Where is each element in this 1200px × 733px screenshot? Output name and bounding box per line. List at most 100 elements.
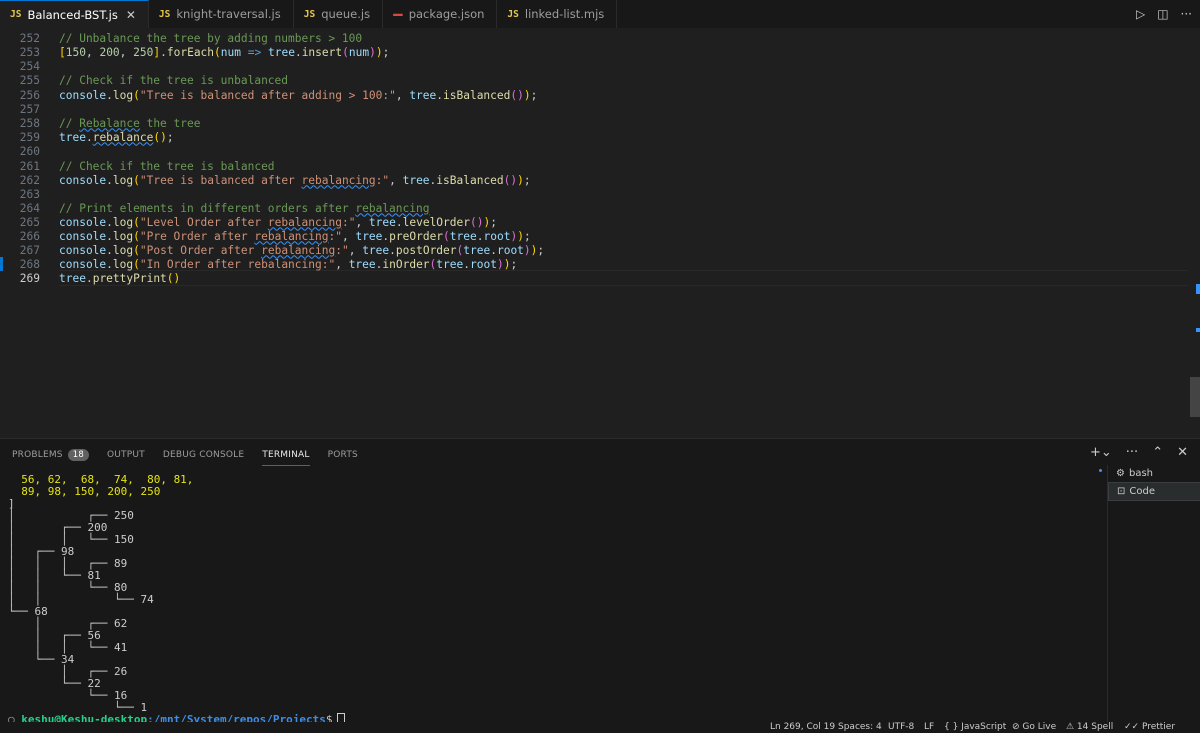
tab-label: TERMINAL — [262, 450, 310, 460]
tab-label: PORTS — [327, 450, 358, 460]
run-icon[interactable]: ▷ — [1136, 7, 1145, 21]
code-line[interactable]: 268 console.log("In Order after rebalanci… — [0, 257, 517, 271]
code-line[interactable]: 259 tree.rebalance(); — [0, 130, 174, 144]
split-editor-icon[interactable]: ◫ — [1157, 7, 1168, 21]
line-number: 252 — [19, 31, 40, 45]
scrollbar-thumb[interactable] — [1190, 377, 1200, 417]
line-code: console.log("Pre Order after rebalancing… — [59, 229, 531, 243]
line-code: tree.rebalance(); — [59, 130, 174, 144]
code-line[interactable]: 267 console.log("Post Order after rebalan… — [0, 243, 544, 257]
cursor-position[interactable]: Ln 269, Col 19 — [770, 722, 835, 732]
line-code: // Rebalance the tree — [59, 116, 201, 130]
line-number: 256 — [19, 88, 40, 102]
line-number: 265 — [19, 215, 40, 229]
line-number: 261 — [19, 159, 40, 173]
javascript-file-icon: JS — [507, 8, 519, 20]
line-code: console.log("Level Order after rebalanci… — [59, 215, 497, 229]
code-line[interactable]: 252 // Unbalance the tree by adding numbe… — [0, 31, 362, 45]
terminal-status-dot — [1099, 469, 1102, 472]
problems-count-badge: 18 — [67, 449, 89, 461]
tab-label: Balanced-BST.js — [27, 7, 118, 22]
line-code: // Check if the tree is unbalanced — [59, 73, 289, 87]
code-line[interactable]: 269 tree.prettyPrint() — [0, 271, 181, 285]
line-code: // Unbalance the tree by adding numbers … — [59, 31, 363, 45]
end-of-line[interactable]: LF — [924, 722, 934, 732]
code-line[interactable]: 258 // Rebalance the tree — [0, 116, 201, 130]
code-editor[interactable]: 252 // Unbalance the tree by adding numbe… — [0, 28, 1200, 438]
status-bar: Ln 269, Col 19 Spaces: 4 UTF-8 LF { } Ja… — [0, 722, 1200, 732]
code-line[interactable]: 266 console.log("Pre Order after rebalanc… — [0, 229, 531, 243]
tab-package-json[interactable]: ▬▬ package.json — [383, 0, 498, 28]
tab-terminal[interactable]: TERMINAL — [262, 447, 310, 466]
line-number: 257 — [19, 102, 40, 116]
line-number: 260 — [19, 144, 40, 158]
code-line[interactable]: 253 [150, 200, 250].forEach(num => tree.i… — [0, 45, 390, 59]
current-line-highlight — [59, 270, 1189, 286]
panel-tabs: PROBLEMS 18 OUTPUT DEBUG CONSOLE TERMINAL… — [12, 447, 358, 466]
line-code: console.log("Tree is balanced after addi… — [59, 88, 538, 102]
code-line[interactable]: 262 console.log("Tree is balanced after r… — [0, 173, 531, 187]
editor-actions: ▷ ◫ ··· — [1136, 0, 1192, 28]
tab-knight-traversal[interactable]: JS knight-traversal.js — [148, 0, 294, 28]
terminal-output[interactable]: 56, 62, 68, 74, 80, 81, 89, 98, 150, 200… — [0, 471, 1100, 733]
tab-output[interactable]: OUTPUT — [107, 447, 145, 465]
tab-label: queue.js — [321, 7, 371, 21]
terminal-session-bash[interactable]: ⚙ bash — [1108, 465, 1200, 482]
line-code: // Print elements in different orders af… — [59, 201, 430, 215]
javascript-file-icon: JS — [10, 9, 22, 20]
editor-scrollbar[interactable] — [1188, 28, 1200, 438]
code-line[interactable]: 264 // Print elements in different orders… — [0, 201, 430, 215]
tab-label: DEBUG CONSOLE — [162, 450, 245, 460]
scrollbar-marker — [1196, 328, 1200, 332]
session-label: bash — [1128, 468, 1153, 479]
code-line[interactable]: 255 // Check if the tree is unbalanced — [0, 73, 288, 87]
language-mode[interactable]: { } JavaScript — [944, 722, 1006, 732]
line-number: 253 — [19, 45, 40, 59]
go-live-button[interactable]: ⊘ Go Live — [1012, 722, 1056, 732]
terminal-session-code[interactable]: ⊡ Code — [1108, 482, 1200, 501]
terminal-icon: ⊡ — [1117, 486, 1126, 497]
line-number: 254 — [19, 59, 40, 73]
code-line[interactable]: 261 // Check if the tree is balanced — [0, 159, 275, 173]
more-actions-icon[interactable]: ··· — [1126, 445, 1138, 460]
tab-ports[interactable]: PORTS — [328, 447, 358, 465]
tab-label: OUTPUT — [106, 450, 145, 460]
tab-label: PROBLEMS — [12, 450, 63, 460]
tab-label: knight-traversal.js — [176, 7, 281, 21]
code-line[interactable]: 257 — [0, 102, 59, 116]
line-number: 268 — [19, 257, 40, 271]
session-label: Code — [1129, 486, 1155, 497]
encoding[interactable]: UTF-8 — [888, 722, 914, 732]
tab-linked-list[interactable]: JS linked-list.mjs — [497, 0, 618, 28]
indentation[interactable]: Spaces: 4 — [838, 722, 882, 732]
line-code: [150, 200, 250].forEach(num => tree.inse… — [59, 45, 390, 59]
line-number: 258 — [19, 116, 40, 130]
line-code: // Check if the tree is balanced — [59, 159, 275, 173]
line-number: 259 — [19, 130, 40, 144]
code-line[interactable]: 254 — [0, 59, 59, 73]
new-terminal-icon[interactable]: +⌄ — [1090, 445, 1112, 460]
code-line[interactable]: 256 console.log("Tree is balanced after a… — [0, 88, 538, 102]
terminal-line: 89, 98, 150, 200, 250 — [8, 485, 161, 498]
spell-check[interactable]: ⚠ 14 Spell — [1066, 722, 1113, 732]
more-actions-icon[interactable]: ··· — [1181, 7, 1192, 21]
code-line[interactable]: 263 — [0, 187, 59, 201]
tab-debug-console[interactable]: DEBUG CONSOLE — [163, 447, 244, 465]
close-icon[interactable]: ✕ — [126, 8, 136, 22]
tab-problems[interactable]: PROBLEMS 18 — [12, 447, 89, 465]
javascript-file-icon: JS — [303, 8, 316, 20]
panel-actions: +⌄ ··· ⌃ ✕ — [1090, 445, 1188, 460]
code-line[interactable]: 265 console.log("Level Order after rebala… — [0, 215, 497, 229]
tab-label: linked-list.mjs — [524, 7, 605, 21]
line-code: console.log("Post Order after rebalancin… — [59, 243, 545, 257]
line-number: 266 — [19, 229, 40, 243]
close-panel-icon[interactable]: ✕ — [1177, 445, 1188, 460]
maximize-panel-icon[interactable]: ⌃ — [1152, 445, 1163, 460]
code-line[interactable]: 260 — [0, 144, 59, 158]
line-code: console.log("Tree is balanced after reba… — [59, 173, 531, 187]
javascript-file-icon: JS — [158, 8, 171, 20]
line-number: 269 — [19, 271, 40, 285]
prettier-status[interactable]: ✓✓ Prettier — [1124, 722, 1175, 732]
tab-queue[interactable]: JS queue.js — [293, 0, 384, 28]
tab-balanced-bst[interactable]: JS Balanced-BST.js ✕ — [0, 0, 149, 28]
